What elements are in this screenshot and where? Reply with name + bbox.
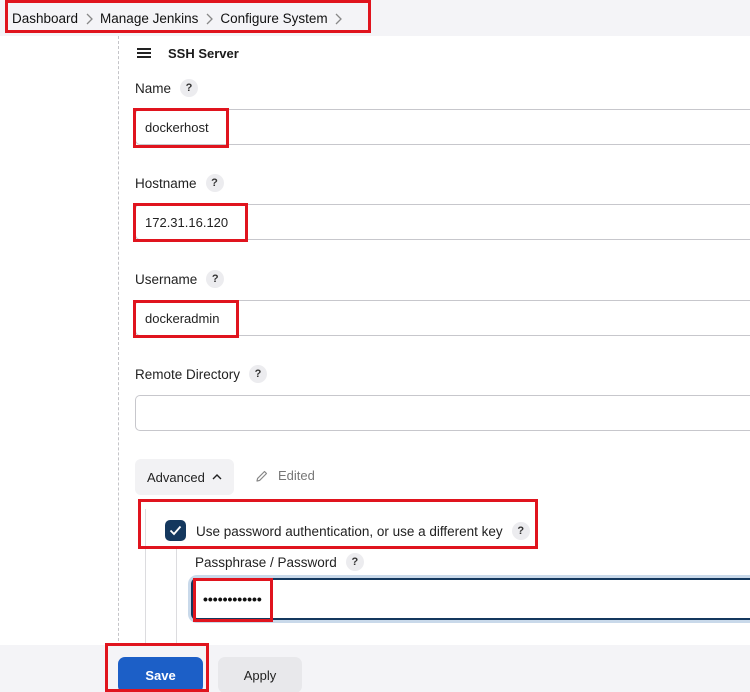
password-auth-label[interactable]: Use password authentication, or use a di… <box>196 522 530 540</box>
edited-label: Edited <box>278 468 315 483</box>
advanced-label: Advanced <box>147 469 205 485</box>
help-icon[interactable]: ? <box>206 270 225 288</box>
help-icon[interactable]: ? <box>205 174 224 192</box>
username-label-text: Username <box>135 271 198 287</box>
checkmark-icon <box>169 525 182 536</box>
passphrase-input[interactable]: •••••••••••• <box>191 578 750 620</box>
section-divider <box>118 36 119 656</box>
hostname-input[interactable]: 172.31.16.120 <box>135 204 750 240</box>
password-auth-checkbox[interactable] <box>165 520 186 541</box>
hostname-label-text: Hostname <box>135 175 197 191</box>
breadcrumb-manage-jenkins[interactable]: Manage Jenkins <box>100 11 198 26</box>
bottom-action-bar <box>0 645 750 692</box>
apply-button[interactable]: Apply <box>218 657 302 692</box>
help-icon[interactable]: ? <box>180 79 199 97</box>
username-input[interactable]: dockeradmin <box>135 300 750 336</box>
pencil-icon <box>256 470 268 482</box>
section-title: SSH Server <box>168 45 239 61</box>
hostname-label: Hostname ? <box>135 174 224 192</box>
chevron-right-icon <box>78 11 100 26</box>
chevron-right-icon[interactable] <box>328 11 350 26</box>
name-label-text: Name <box>135 80 172 96</box>
help-icon[interactable]: ? <box>249 365 268 383</box>
edited-indicator: Edited <box>255 468 315 483</box>
passphrase-label-text: Passphrase / Password <box>195 554 337 570</box>
name-label: Name ? <box>135 79 199 97</box>
breadcrumb-configure-system[interactable]: Configure System <box>220 11 327 26</box>
passphrase-label: Passphrase / Password ? <box>195 553 364 571</box>
breadcrumb-dashboard[interactable]: Dashboard <box>12 11 78 26</box>
name-input[interactable]: dockerhost <box>135 109 750 145</box>
password-auth-label-text: Use password authentication, or use a di… <box>196 523 503 539</box>
hamburger-icon[interactable] <box>137 48 151 58</box>
help-icon[interactable]: ? <box>511 522 530 540</box>
help-icon[interactable]: ? <box>345 553 364 571</box>
chevron-up-icon <box>212 474 222 480</box>
section-header: SSH Server <box>137 44 239 62</box>
remote-directory-label: Remote Directory ? <box>135 365 268 383</box>
breadcrumb: Dashboard Manage Jenkins Configure Syste… <box>12 8 350 28</box>
left-gutter <box>0 36 118 692</box>
chevron-right-icon <box>198 11 220 26</box>
remote-directory-label-text: Remote Directory <box>135 366 241 382</box>
remote-directory-input[interactable] <box>135 395 750 431</box>
advanced-button[interactable]: Advanced <box>135 459 234 495</box>
save-button[interactable]: Save <box>118 657 203 692</box>
username-label: Username ? <box>135 270 225 288</box>
